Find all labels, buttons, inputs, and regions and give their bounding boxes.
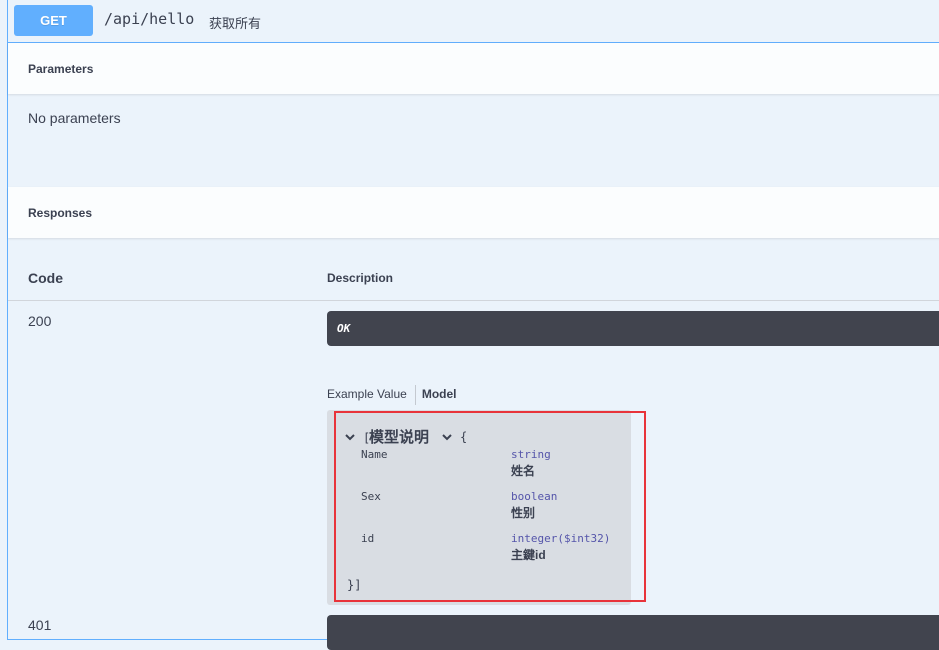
response-code: 401 [28,617,52,633]
description-column-header: Description [327,271,394,285]
tab-model[interactable]: Model [422,387,457,401]
parameters-title: Parameters [28,62,94,76]
method-badge[interactable]: GET [14,5,93,36]
endpoint-path[interactable]: /api/hello [104,10,194,28]
tab-example-value[interactable]: Example Value [327,387,407,401]
example-model-tabs: Example Value Model [327,385,457,405]
responses-header: Responses [8,187,939,238]
highlight-box [334,411,646,602]
operation-summary[interactable]: GET /api/hello 获取所有 [8,0,939,43]
responses-title: Responses [28,206,93,220]
table-header-divider [8,300,939,301]
response-description-text: OK [337,322,351,335]
tab-divider [414,385,416,405]
code-column-header: Code [28,270,63,286]
endpoint-description: 获取所有 [209,16,262,31]
response-description-block: OK [327,311,939,346]
parameters-header: Parameters [8,43,939,94]
no-parameters-text: No parameters [28,110,121,126]
response-description-block [327,615,939,650]
response-code: 200 [28,313,52,329]
